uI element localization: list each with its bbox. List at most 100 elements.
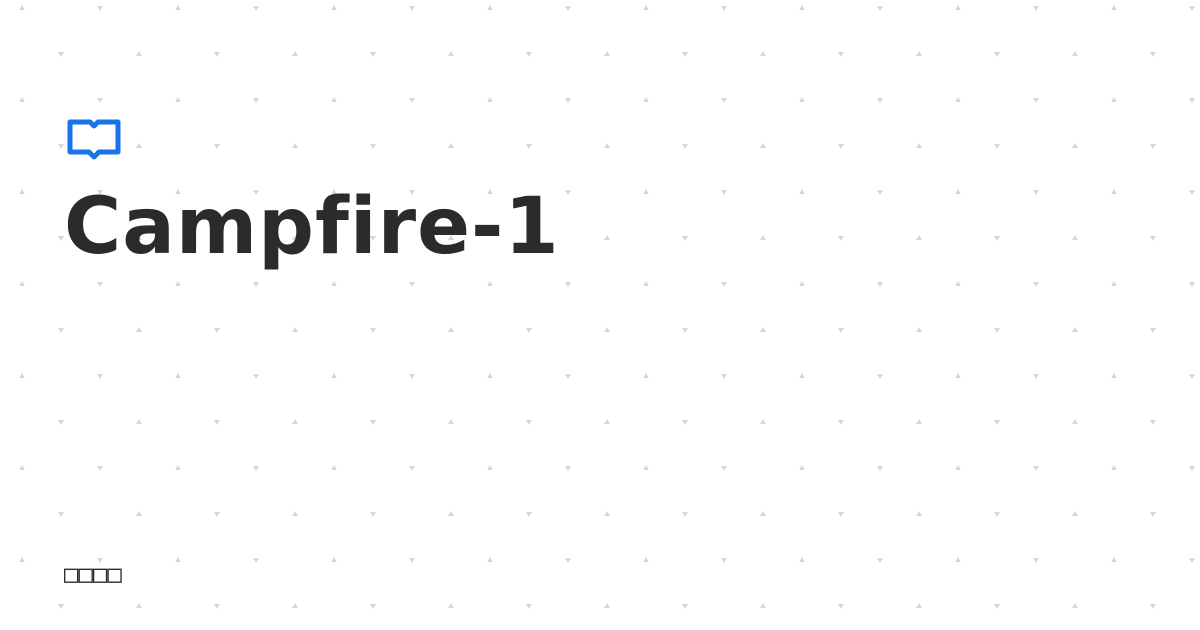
pattern-mark xyxy=(604,327,610,332)
pattern-mark xyxy=(1111,5,1117,10)
pattern-mark xyxy=(214,328,220,333)
pattern-mark xyxy=(409,6,415,11)
pattern-mark xyxy=(799,189,805,194)
pattern-mark xyxy=(1072,143,1078,148)
pattern-mark xyxy=(292,327,298,332)
pattern-mark xyxy=(97,374,103,379)
pattern-mark xyxy=(175,465,181,470)
pattern-mark xyxy=(682,52,688,57)
pattern-mark xyxy=(1111,557,1117,562)
pattern-mark xyxy=(916,419,922,424)
pattern-mark xyxy=(643,465,649,470)
pattern-mark xyxy=(97,6,103,11)
pattern-mark xyxy=(799,465,805,470)
pattern-mark xyxy=(370,328,376,333)
pattern-mark xyxy=(97,282,103,287)
pattern-mark xyxy=(682,144,688,149)
header-logo-area xyxy=(66,118,122,160)
pattern-mark xyxy=(760,327,766,332)
pattern-mark xyxy=(331,465,337,470)
pattern-mark xyxy=(565,466,571,471)
pattern-mark xyxy=(409,282,415,287)
footer-label: □□□□ xyxy=(64,561,122,587)
pattern-mark xyxy=(955,373,961,378)
pattern-mark xyxy=(58,512,64,517)
pattern-mark xyxy=(760,143,766,148)
pattern-mark xyxy=(1111,97,1117,102)
pattern-mark xyxy=(916,327,922,332)
pattern-mark xyxy=(19,189,25,194)
pattern-mark xyxy=(1189,466,1195,471)
pattern-mark xyxy=(877,98,883,103)
pattern-mark xyxy=(565,98,571,103)
pattern-mark xyxy=(175,557,181,562)
pattern-mark xyxy=(175,373,181,378)
pattern-mark xyxy=(448,327,454,332)
pattern-mark xyxy=(370,52,376,57)
pattern-mark xyxy=(253,6,259,11)
pattern-mark xyxy=(721,466,727,471)
pattern-mark xyxy=(955,5,961,10)
pattern-mark xyxy=(448,143,454,148)
pattern-mark xyxy=(721,374,727,379)
pattern-mark xyxy=(565,190,571,195)
pattern-mark xyxy=(838,604,844,609)
pattern-mark xyxy=(448,51,454,56)
pattern-mark xyxy=(331,5,337,10)
pattern-mark xyxy=(838,236,844,241)
pattern-mark xyxy=(136,143,142,148)
pattern-mark xyxy=(916,235,922,240)
pattern-mark xyxy=(370,512,376,517)
pattern-mark xyxy=(58,52,64,57)
pattern-mark xyxy=(799,97,805,102)
pattern-mark xyxy=(877,6,883,11)
pattern-mark xyxy=(799,5,805,10)
pattern-mark xyxy=(448,419,454,424)
pattern-mark xyxy=(799,281,805,286)
pattern-mark xyxy=(1072,511,1078,516)
pattern-mark xyxy=(58,604,64,609)
pattern-mark xyxy=(1189,558,1195,563)
pattern-mark xyxy=(994,328,1000,333)
pattern-mark xyxy=(97,466,103,471)
pattern-mark xyxy=(994,236,1000,241)
pattern-mark xyxy=(370,144,376,149)
pattern-mark xyxy=(955,281,961,286)
pattern-mark xyxy=(448,511,454,516)
pattern-mark xyxy=(292,603,298,608)
pattern-mark xyxy=(409,98,415,103)
pattern-mark xyxy=(994,420,1000,425)
pattern-mark xyxy=(292,51,298,56)
pattern-mark xyxy=(838,512,844,517)
pattern-mark xyxy=(487,557,493,562)
pattern-mark xyxy=(604,603,610,608)
pattern-mark xyxy=(19,5,25,10)
pattern-mark xyxy=(253,558,259,563)
pattern-mark xyxy=(643,373,649,378)
pattern-mark xyxy=(916,511,922,516)
pattern-mark xyxy=(838,52,844,57)
pattern-mark xyxy=(1072,327,1078,332)
pattern-mark xyxy=(1189,98,1195,103)
pattern-mark xyxy=(1189,190,1195,195)
pattern-mark xyxy=(721,98,727,103)
pattern-mark xyxy=(19,465,25,470)
pattern-mark xyxy=(1033,98,1039,103)
pattern-mark xyxy=(1072,419,1078,424)
pattern-mark xyxy=(175,5,181,10)
pattern-mark xyxy=(136,511,142,516)
pattern-mark xyxy=(526,52,532,57)
pattern-mark xyxy=(526,420,532,425)
pattern-mark xyxy=(955,97,961,102)
pattern-mark xyxy=(19,557,25,562)
pattern-mark xyxy=(253,374,259,379)
pattern-mark xyxy=(877,374,883,379)
pattern-mark xyxy=(136,51,142,56)
pattern-mark xyxy=(838,144,844,149)
pattern-mark xyxy=(1072,603,1078,608)
pattern-mark xyxy=(1150,512,1156,517)
open-book-icon xyxy=(67,119,121,160)
pattern-mark xyxy=(916,51,922,56)
pattern-mark xyxy=(214,144,220,149)
pattern-mark xyxy=(526,144,532,149)
